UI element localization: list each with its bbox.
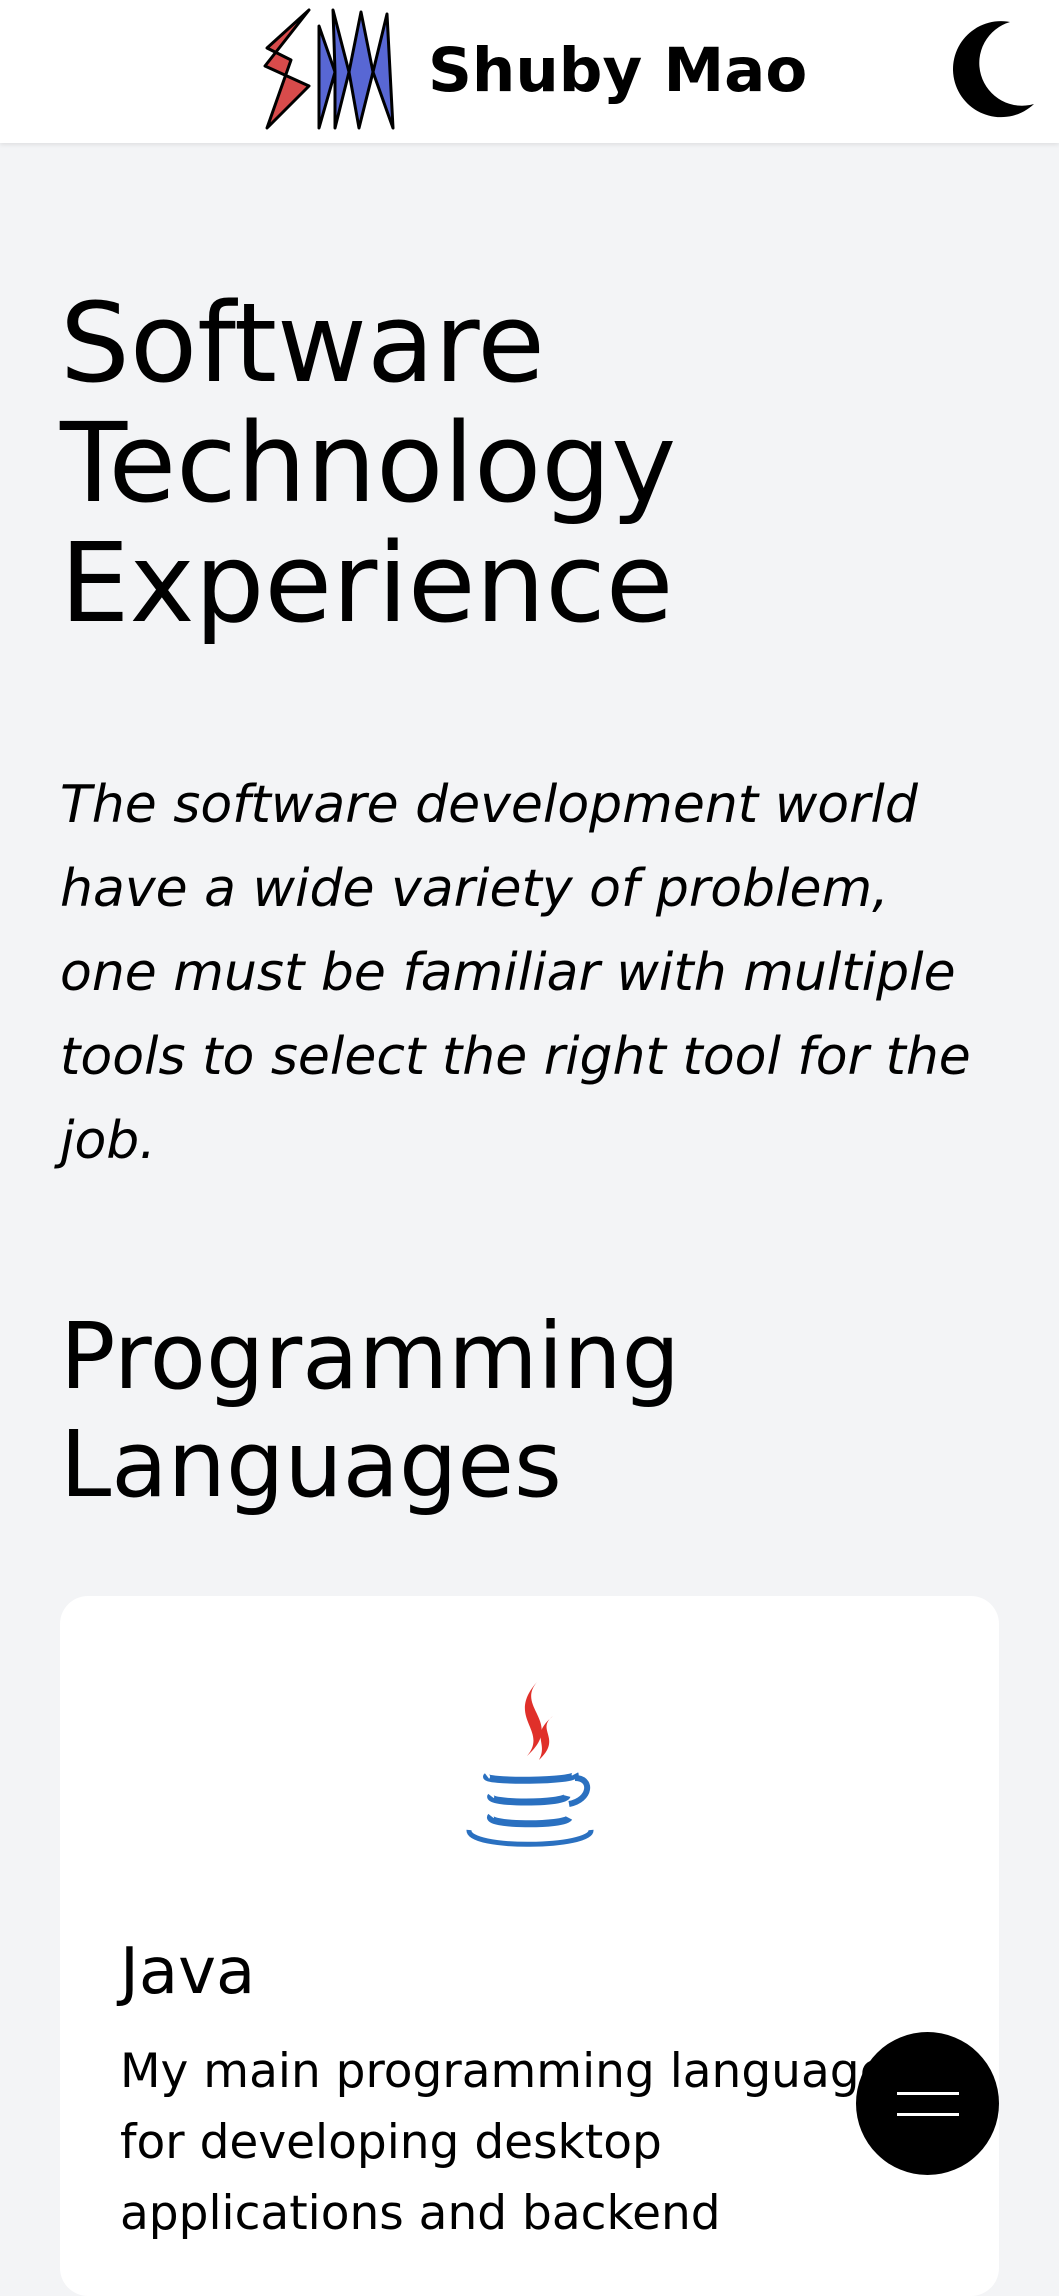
site-header: Shuby Mao — [0, 0, 1059, 143]
menu-icon — [896, 2074, 959, 2134]
card-description: My main programming language for develop… — [120, 2044, 889, 2241]
sm-logo-icon[interactable] — [261, 8, 397, 130]
moon-icon[interactable] — [940, 18, 1036, 118]
menu-button[interactable] — [856, 2032, 999, 2175]
language-card-java: Java My main programming language for de… — [60, 1596, 999, 2296]
card-title: Java — [120, 1935, 256, 2009]
section-title: Programming Languages — [60, 1303, 681, 1518]
page-title: Software Technology Experience — [60, 279, 677, 647]
site-name[interactable]: Shuby Mao — [428, 30, 807, 112]
intro-text: The software development world have a wi… — [60, 775, 971, 1171]
java-icon — [466, 1682, 594, 1847]
